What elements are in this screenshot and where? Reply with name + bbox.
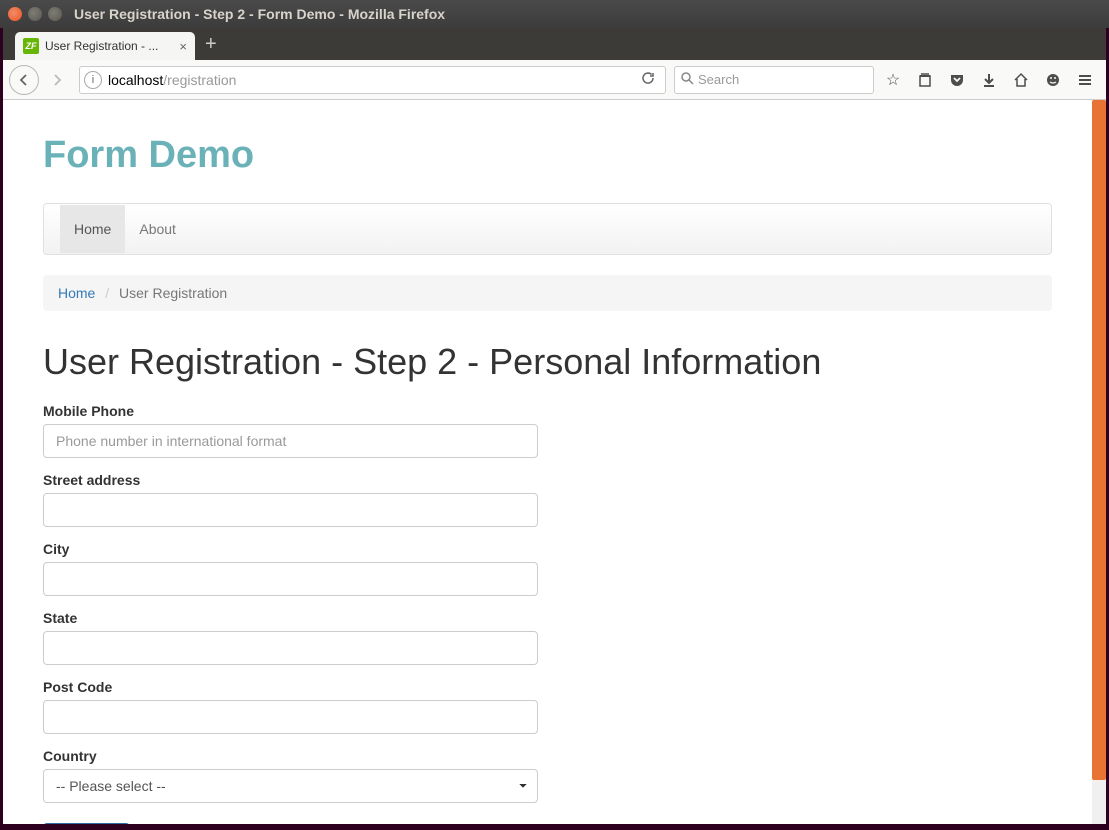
- window-controls: [8, 7, 62, 21]
- window-close-button[interactable]: [8, 7, 22, 21]
- next-step-button[interactable]: Next Step: [43, 823, 130, 827]
- search-icon: [681, 72, 694, 88]
- tab-close-icon[interactable]: ×: [179, 39, 187, 54]
- postcode-input[interactable]: [43, 700, 538, 734]
- reload-icon: [641, 71, 655, 85]
- nav-item-about[interactable]: About: [125, 205, 190, 253]
- url-bar[interactable]: i localhost/registration: [79, 66, 666, 94]
- form-group-postcode: Post Code: [43, 679, 1052, 734]
- page-heading: User Registration - Step 2 - Personal In…: [43, 341, 1052, 383]
- window-minimize-button[interactable]: [28, 7, 42, 21]
- tab-active[interactable]: ZF User Registration - ... ×: [15, 32, 195, 60]
- nav-item-home[interactable]: Home: [60, 205, 125, 253]
- url-text: localhost/registration: [108, 72, 635, 88]
- url-host: localhost: [108, 72, 163, 88]
- smiley-icon[interactable]: [1038, 65, 1068, 95]
- phone-input[interactable]: [43, 424, 538, 458]
- form-group-street: Street address: [43, 472, 1052, 527]
- state-input[interactable]: [43, 631, 538, 665]
- back-button[interactable]: [9, 65, 39, 95]
- menu-icon[interactable]: [1070, 65, 1100, 95]
- tab-title: User Registration - ...: [45, 39, 173, 53]
- street-input[interactable]: [43, 493, 538, 527]
- forward-button[interactable]: [43, 66, 71, 94]
- country-label: Country: [43, 748, 1052, 764]
- postcode-label: Post Code: [43, 679, 1052, 695]
- city-label: City: [43, 541, 1052, 557]
- city-input[interactable]: [43, 562, 538, 596]
- breadcrumb-separator: /: [105, 285, 109, 301]
- library-icon[interactable]: [910, 65, 940, 95]
- tab-favicon-icon: ZF: [23, 38, 39, 54]
- form-group-state: State: [43, 610, 1052, 665]
- bookmark-star-icon[interactable]: ☆: [878, 65, 908, 95]
- search-bar[interactable]: Search: [674, 66, 874, 94]
- home-icon[interactable]: [1006, 65, 1036, 95]
- nav-bar: Home About: [43, 203, 1052, 255]
- country-select[interactable]: -- Please select --: [43, 769, 538, 803]
- form-group-country: Country -- Please select --: [43, 748, 1052, 803]
- street-label: Street address: [43, 472, 1052, 488]
- new-tab-button[interactable]: +: [205, 33, 217, 60]
- breadcrumb: Home / User Registration: [43, 275, 1052, 311]
- back-arrow-icon: [17, 73, 31, 87]
- tab-bar: ZF User Registration - ... × +: [3, 28, 1106, 60]
- form-group-phone: Mobile Phone: [43, 403, 1052, 458]
- phone-label: Mobile Phone: [43, 403, 1052, 419]
- scrollbar-track[interactable]: [1092, 100, 1106, 824]
- reload-button[interactable]: [635, 71, 661, 88]
- downloads-icon[interactable]: [974, 65, 1004, 95]
- url-path: /registration: [163, 72, 236, 88]
- breadcrumb-home-link[interactable]: Home: [58, 285, 95, 301]
- state-label: State: [43, 610, 1052, 626]
- window-title: User Registration - Step 2 - Form Demo -…: [74, 6, 445, 22]
- content-area: Form Demo Home About Home / User Registr…: [0, 100, 1109, 827]
- form-group-city: City: [43, 541, 1052, 596]
- toolbar-icons: ☆: [878, 65, 1100, 95]
- window-maximize-button[interactable]: [48, 7, 62, 21]
- pocket-icon[interactable]: [942, 65, 972, 95]
- scrollbar-thumb[interactable]: [1092, 100, 1106, 780]
- browser-chrome: ZF User Registration - ... × + i localho…: [0, 28, 1109, 100]
- brand-title: Form Demo: [43, 134, 1052, 177]
- forward-arrow-icon: [50, 73, 64, 87]
- breadcrumb-current: User Registration: [119, 285, 227, 301]
- toolbar: i localhost/registration Search ☆: [3, 60, 1106, 100]
- site-info-icon[interactable]: i: [84, 71, 102, 89]
- page-content: Form Demo Home About Home / User Registr…: [3, 100, 1092, 827]
- window-titlebar: User Registration - Step 2 - Form Demo -…: [0, 0, 1109, 28]
- search-placeholder: Search: [698, 72, 739, 87]
